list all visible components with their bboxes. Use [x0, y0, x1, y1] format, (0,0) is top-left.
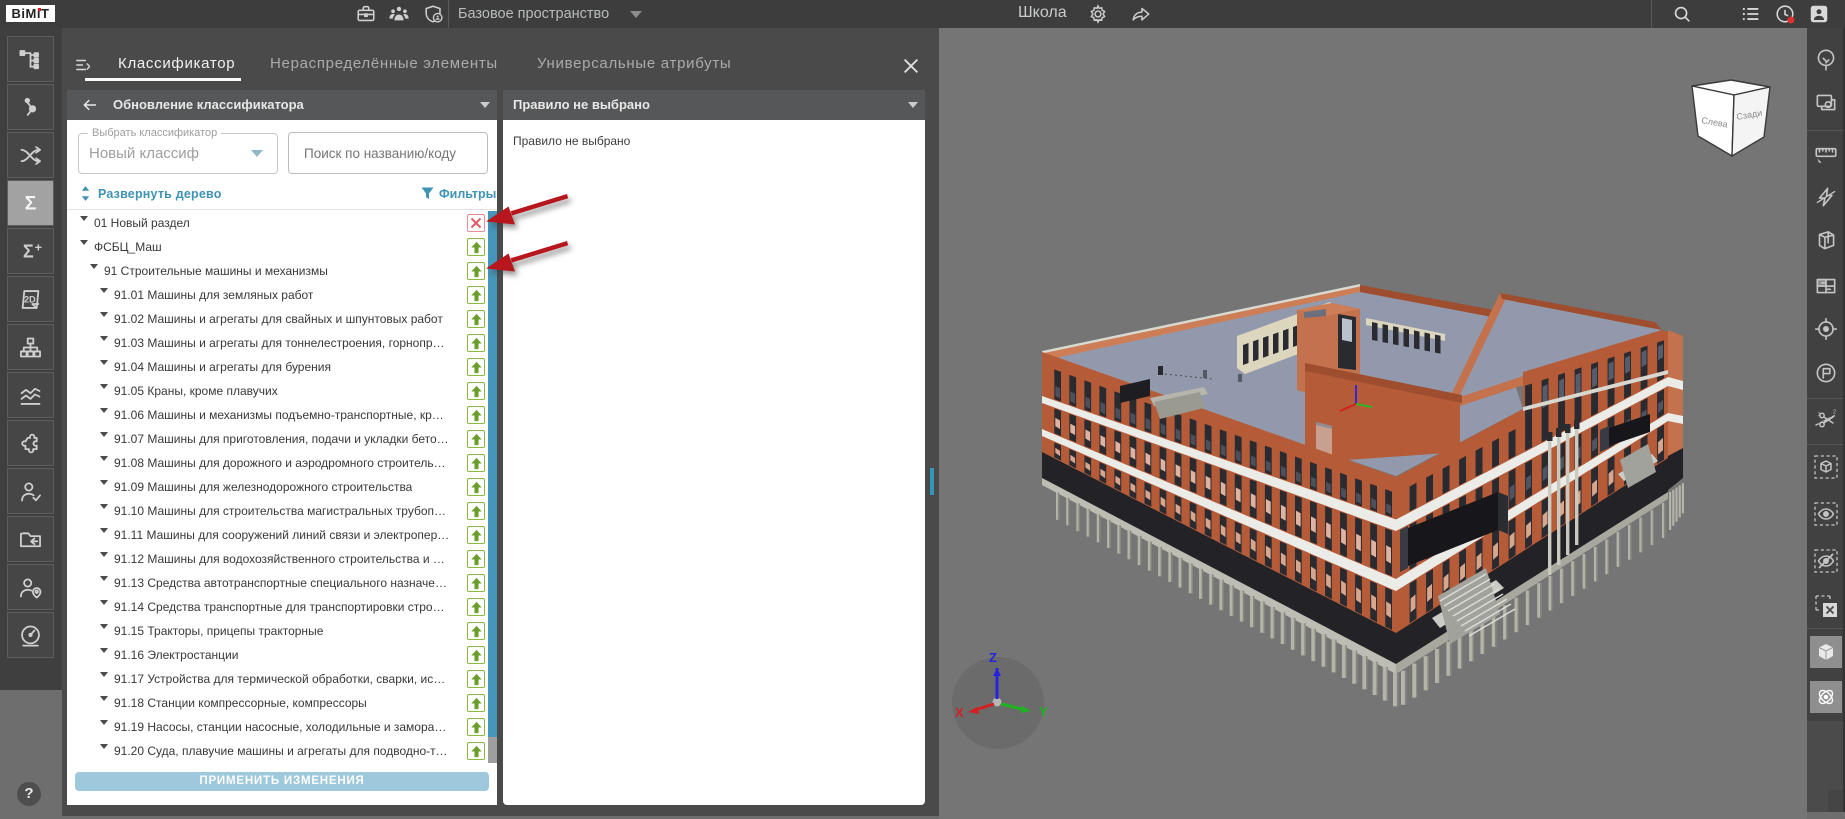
svg-text:Σ: Σ — [25, 193, 36, 214]
svg-text:2: 2 — [1833, 410, 1836, 416]
svg-text:+: + — [35, 240, 42, 254]
svg-text:Σ: Σ — [23, 241, 34, 261]
svg-text:X: X — [955, 705, 964, 720]
svg-text:Z: Z — [989, 650, 997, 665]
svg-text:Y: Y — [1039, 704, 1048, 719]
svg-text:1: 1 — [1818, 412, 1821, 418]
svg-text:2D: 2D — [24, 294, 36, 304]
